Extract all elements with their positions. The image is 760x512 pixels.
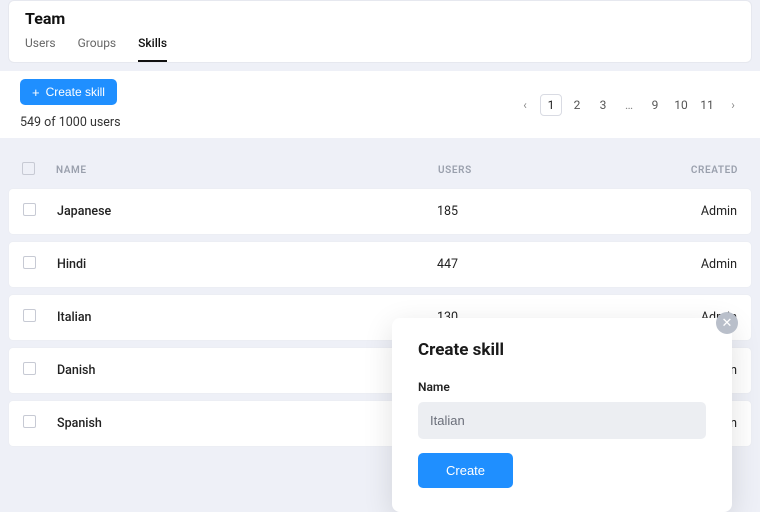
table-header: Name Users Created xyxy=(8,152,752,188)
toolbar-left: + Create skill 549 of 1000 users xyxy=(20,79,121,130)
row-name: Hindi xyxy=(57,257,437,272)
toolbar: + Create skill 549 of 1000 users ‹ 1 2 3… xyxy=(0,71,760,138)
chevron-left-icon: ‹ xyxy=(523,98,527,112)
tabs: Users Groups Skills xyxy=(25,36,735,62)
column-header-name[interactable]: Name xyxy=(56,165,438,176)
row-created: Admin xyxy=(587,204,737,219)
row-name: Spanish xyxy=(57,416,437,431)
close-icon: ✕ xyxy=(722,317,733,330)
create-skill-label: Create skill xyxy=(46,85,105,99)
row-checkbox[interactable] xyxy=(23,203,36,216)
table-row[interactable]: Japanese 185 Admin xyxy=(8,188,752,235)
row-checkbox-cell xyxy=(23,309,57,326)
row-checkbox-cell xyxy=(23,256,57,273)
tab-groups[interactable]: Groups xyxy=(78,36,117,62)
row-checkbox-cell xyxy=(23,362,57,379)
chevron-right-icon: › xyxy=(731,98,735,112)
pagination-page-9[interactable]: 9 xyxy=(644,94,666,116)
header-card: Team Users Groups Skills xyxy=(8,0,752,63)
modal-create-button[interactable]: Create xyxy=(418,453,513,488)
row-checkbox[interactable] xyxy=(23,415,36,428)
row-checkbox[interactable] xyxy=(23,362,36,375)
pagination-page-11[interactable]: 11 xyxy=(696,94,718,116)
tab-skills[interactable]: Skills xyxy=(138,36,167,62)
row-checkbox-cell xyxy=(23,415,57,432)
row-name: Japanese xyxy=(57,204,437,219)
row-name: Italian xyxy=(57,310,437,325)
column-header-users[interactable]: Users xyxy=(438,165,588,176)
pagination-page-2[interactable]: 2 xyxy=(566,94,588,116)
table-row[interactable]: Hindi 447 Admin xyxy=(8,241,752,288)
pagination-next[interactable]: › xyxy=(722,94,744,116)
pagination-page-10[interactable]: 10 xyxy=(670,94,692,116)
tab-users[interactable]: Users xyxy=(25,36,56,62)
column-header-created[interactable]: Created xyxy=(588,165,738,176)
header-checkbox-cell xyxy=(22,162,56,178)
create-skill-modal: ✕ Create skill Name Create xyxy=(392,318,732,512)
pagination-page-3[interactable]: 3 xyxy=(592,94,614,116)
pagination-ellipsis: … xyxy=(618,94,640,116)
modal-close-button[interactable]: ✕ xyxy=(716,312,738,334)
row-created: Admin xyxy=(587,257,737,272)
pagination: ‹ 1 2 3 … 9 10 11 › xyxy=(514,94,744,116)
pagination-page-1[interactable]: 1 xyxy=(540,94,562,116)
user-counter: 549 of 1000 users xyxy=(20,115,121,130)
skill-name-input[interactable] xyxy=(418,402,706,439)
row-users: 185 xyxy=(437,204,587,219)
create-skill-button[interactable]: + Create skill xyxy=(20,79,117,105)
name-field-label: Name xyxy=(418,380,706,394)
row-users: 447 xyxy=(437,257,587,272)
plus-icon: + xyxy=(32,86,40,99)
row-name: Danish xyxy=(57,363,437,378)
select-all-checkbox[interactable] xyxy=(22,162,35,175)
row-checkbox-cell xyxy=(23,203,57,220)
pagination-prev[interactable]: ‹ xyxy=(514,94,536,116)
modal-title: Create skill xyxy=(418,340,706,360)
page-title: Team xyxy=(25,9,735,28)
row-checkbox[interactable] xyxy=(23,256,36,269)
row-checkbox[interactable] xyxy=(23,309,36,322)
